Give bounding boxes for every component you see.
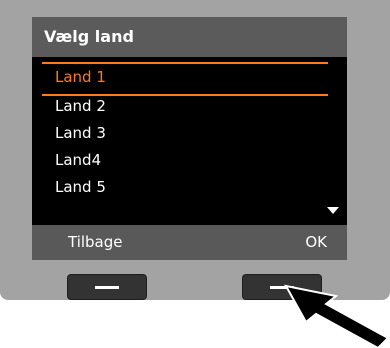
pointer-arrow-icon	[284, 284, 390, 348]
